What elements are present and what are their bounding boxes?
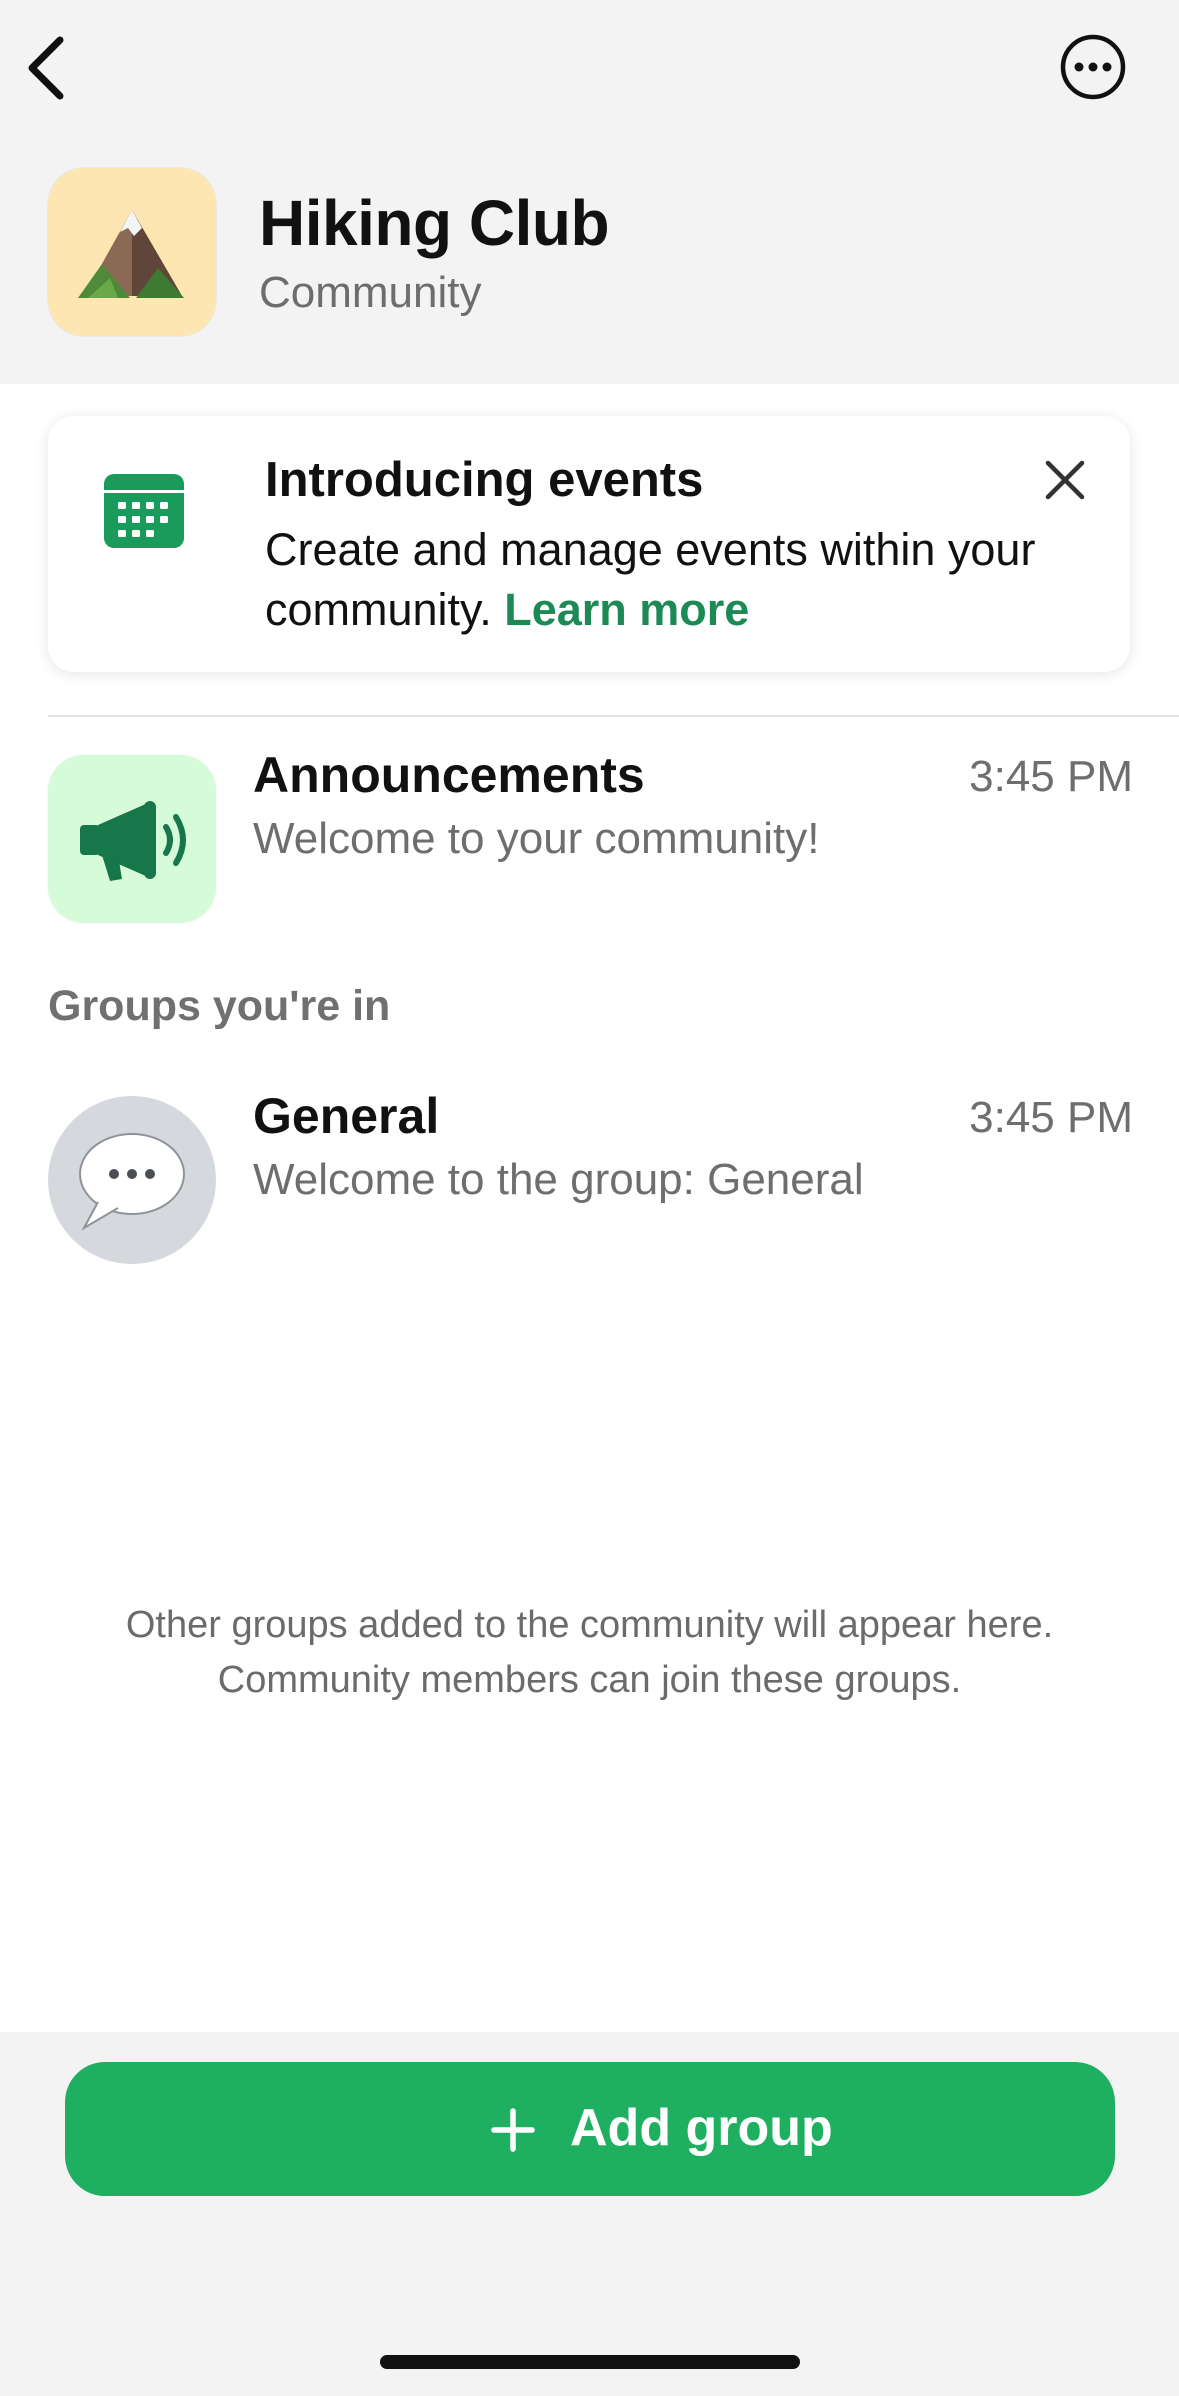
add-group-label: Add group [570,2099,833,2157]
home-indicator[interactable] [380,2355,800,2369]
megaphone-icon [80,801,186,881]
back-button[interactable] [18,28,88,108]
community-avatar[interactable] [48,168,216,336]
learn-more-link[interactable]: Learn more [504,584,749,635]
chevron-left-icon [28,36,64,100]
add-group-button[interactable]: Add group [65,2062,1115,2196]
other-groups-note: Other groups added to the community will… [0,1598,1179,1708]
general-group-last-message: Welcome to the group: General [253,1155,864,1204]
community-screen: Hiking Club Community Introducing events [0,0,1179,2396]
mountain-icon [78,210,184,298]
note-line-1: Other groups added to the community will… [125,1604,1054,1646]
banner-close-button[interactable] [1040,455,1090,505]
divider [48,715,1179,717]
announcements-last-message: Welcome to your community! [253,814,820,863]
general-group-avatar [48,1096,216,1264]
note-line-2: Community members can join these groups. [217,1659,962,1701]
announcements-avatar [48,755,216,923]
general-group-timestamp: 3:45 PM [969,1093,1133,1142]
community-name: Hiking Club [259,187,610,259]
banner-description: Create and manage events within your com… [265,520,1085,640]
groups-section-header: Groups you're in [48,982,391,1030]
close-icon [1045,460,1085,500]
plus-icon [491,2108,535,2152]
community-type-label: Community [259,268,482,317]
banner-title: Introducing events [265,453,704,507]
calendar-icon [102,472,186,550]
ellipsis-circle-icon [1060,34,1126,100]
more-options-button[interactable] [1058,32,1128,102]
general-group-title: General [253,1088,440,1144]
announcements-title: Announcements [253,747,645,803]
announcements-timestamp: 3:45 PM [969,752,1133,801]
speech-bubble-icon [79,1133,185,1231]
